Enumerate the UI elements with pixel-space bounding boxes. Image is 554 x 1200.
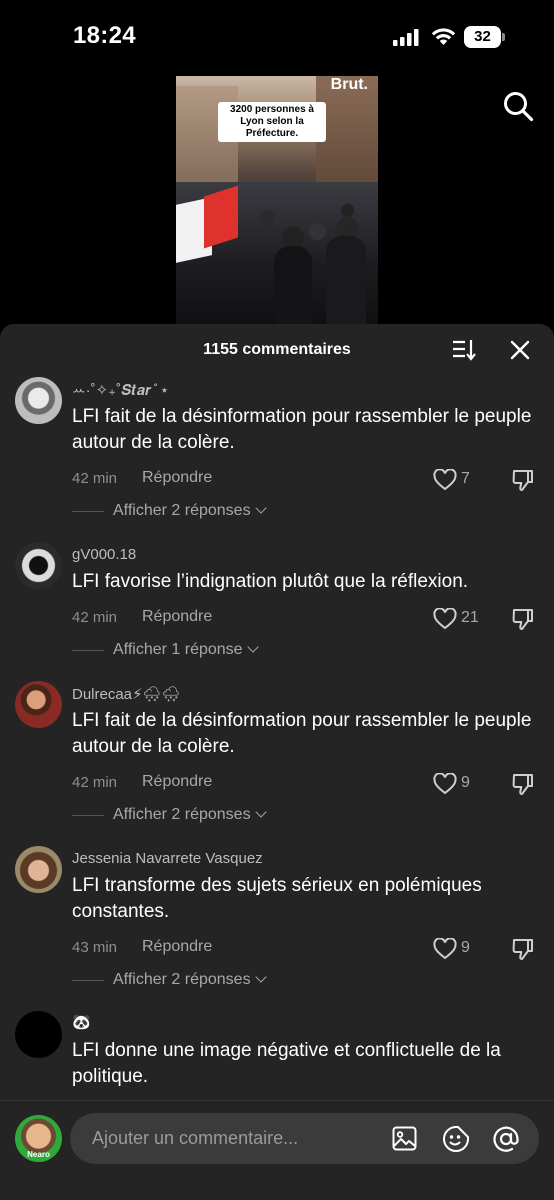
comment-username[interactable]: gV000.18 (72, 546, 136, 563)
divider (72, 650, 104, 651)
reply-button[interactable]: Répondre (142, 469, 212, 487)
comment-item: Dulrecaa⚡🌨🌨 LFI fait de la désinformatio… (0, 681, 554, 831)
show-replies-label: Afficher 1 réponse (113, 641, 243, 658)
comment-text: LFI fait de la désinformation pour rasse… (72, 406, 532, 453)
show-replies-button[interactable]: Afficher 2 réponses (113, 971, 267, 989)
comment-input[interactable] (92, 1113, 382, 1164)
reply-button[interactable]: Répondre (142, 608, 212, 626)
heart-icon[interactable] (433, 469, 457, 491)
my-avatar[interactable]: Nearo (15, 1115, 62, 1162)
like-count: 7 (461, 470, 470, 487)
show-replies-button[interactable]: Afficher 1 réponse (113, 641, 259, 659)
video-player[interactable]: Brut. 3200 personnes à Lyon selon la Pré… (176, 76, 378, 324)
like-count: 9 (461, 774, 470, 791)
divider (72, 511, 104, 512)
like-count: 9 (461, 939, 470, 956)
chevron-down-icon (246, 641, 259, 653)
video-person (274, 246, 312, 324)
comments-header: 1155 commentaires (0, 324, 554, 378)
video-person (326, 236, 366, 324)
show-replies-label: Afficher 2 réponses (113, 806, 251, 823)
like-count: 21 (461, 609, 479, 626)
avatar[interactable] (15, 1011, 62, 1058)
chevron-down-icon (254, 806, 267, 818)
show-replies-button[interactable]: Afficher 2 réponses (113, 806, 267, 824)
avatar[interactable] (15, 681, 62, 728)
show-replies-label: Afficher 2 réponses (113, 971, 251, 988)
comment-text: LFI favorise l’indignation plutôt que la… (72, 571, 469, 592)
heart-icon[interactable] (433, 608, 457, 630)
comment-username[interactable]: 🐼 (72, 1013, 91, 1031)
video-brand-logo: Brut. (330, 76, 368, 93)
comment-time: 42 min (72, 774, 118, 791)
avatar[interactable] (15, 542, 62, 589)
search-icon[interactable] (502, 90, 534, 122)
heart-icon[interactable] (433, 938, 457, 960)
clock: 18:24 (73, 22, 136, 49)
divider (72, 980, 104, 981)
comment-time: 42 min (72, 609, 118, 626)
status-bar: 18:24 32 (0, 0, 554, 74)
video-flag-red (204, 185, 238, 249)
dislike-icon[interactable] (511, 772, 535, 796)
comment-username[interactable]: Dulrecaa⚡🌨🌨 (72, 685, 181, 703)
comment-text: LFI fait de la désinformation pour rasse… (72, 710, 532, 757)
show-replies-button[interactable]: Afficher 2 réponses (113, 502, 267, 520)
comment-username[interactable]: Jessenia Navarrete Vasquez (72, 850, 263, 867)
dislike-icon[interactable] (511, 468, 535, 492)
battery-indicator: 32 (464, 26, 506, 48)
cellular-signal-icon (393, 29, 419, 46)
comment-text: LFI transforme des sujets sérieux en pol… (72, 875, 482, 922)
comment-input-container (70, 1113, 539, 1164)
battery-level: 32 (464, 26, 501, 48)
comment-item: gV000.18 LFI favorise l’indignation plut… (0, 542, 554, 667)
wifi-icon (431, 28, 456, 45)
comment-item: 🐼 LFI donne une image négative et confli… (0, 1011, 554, 1101)
comment-item: ꕀ·˚✧₊˚𝑺𝒕𝒂𝒓 ̊ ⋆ LFI fait de la désinforma… (0, 377, 554, 527)
dislike-icon[interactable] (511, 937, 535, 961)
reply-button[interactable]: Répondre (142, 938, 212, 956)
avatar[interactable] (15, 846, 62, 893)
emoji-icon[interactable] (442, 1125, 470, 1153)
comment-username[interactable]: ꕀ·˚✧₊˚𝑺𝒕𝒂𝒓 ̊ ⋆ (72, 381, 169, 399)
mention-icon[interactable] (492, 1125, 520, 1153)
image-icon[interactable] (392, 1126, 417, 1151)
battery-nub (502, 33, 505, 41)
comments-sheet: 1155 commentaires ꕀ·˚✧₊˚𝑺𝒕𝒂𝒓 ̊ ⋆ LFI fai… (0, 324, 554, 1200)
reply-button[interactable]: Répondre (142, 773, 212, 791)
avatar-badge: Nearo (27, 1150, 50, 1159)
chevron-down-icon (254, 502, 267, 514)
heart-icon[interactable] (433, 773, 457, 795)
divider (72, 815, 104, 816)
show-replies-label: Afficher 2 réponses (113, 502, 251, 519)
avatar[interactable] (15, 377, 62, 424)
comment-time: 43 min (72, 939, 118, 956)
comment-text: LFI donne une image négative et conflict… (72, 1040, 501, 1087)
sort-icon[interactable] (451, 338, 477, 362)
dislike-icon[interactable] (511, 607, 535, 631)
comment-time: 42 min (72, 470, 118, 487)
comment-composer: Nearo (0, 1100, 554, 1200)
close-icon[interactable] (509, 339, 531, 361)
video-caption: 3200 personnes à Lyon selon la Préfectur… (218, 102, 326, 142)
comment-item: Jessenia Navarrete Vasquez LFI transform… (0, 846, 554, 996)
chevron-down-icon (254, 971, 267, 983)
